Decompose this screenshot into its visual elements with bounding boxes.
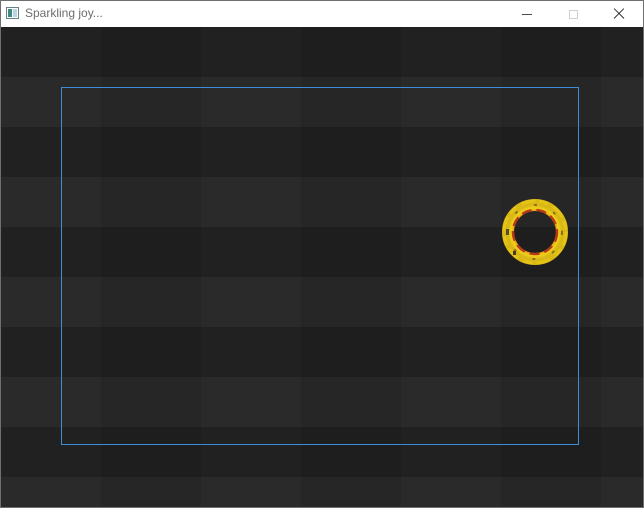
app-window: Sparkling joy... [0,0,644,508]
minimize-icon [522,13,532,15]
app-window-icon [6,7,19,19]
title-bar[interactable]: Sparkling joy... [1,1,643,27]
maximize-button[interactable] [550,1,596,27]
game-canvas[interactable] [1,27,643,507]
close-icon [612,7,626,21]
sparkling-ring-sprite [502,199,568,265]
maximize-icon [568,9,578,19]
window-title: Sparkling joy... [25,6,103,20]
minimize-button[interactable] [504,1,550,27]
close-button[interactable] [596,1,642,27]
